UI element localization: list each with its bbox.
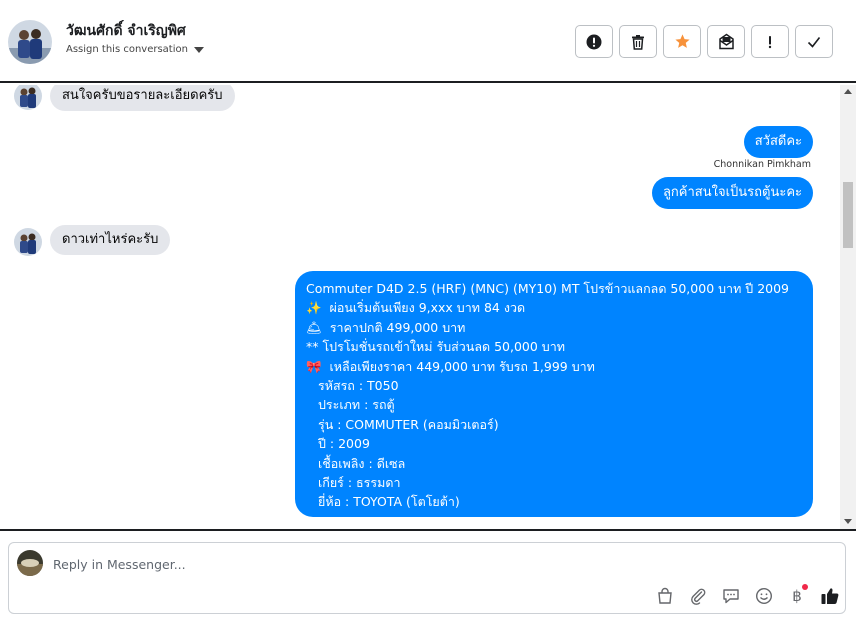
assign-conversation-dropdown[interactable]: Assign this conversation <box>66 44 204 55</box>
contact-name[interactable]: วัฒนศักดิ์ จำเริญพิศ <box>66 20 186 42</box>
composer-divider <box>0 529 856 531</box>
outgoing-message: ลูกค้าสนใจเป็นรถตู้นะคะ <box>651 177 813 209</box>
conversation-actions <box>575 25 833 58</box>
emoji-button[interactable] <box>753 585 775 607</box>
follow-up-button[interactable] <box>751 25 789 58</box>
page-avatar <box>17 550 43 576</box>
listing-normal-price: ราคาปกติ 499,000 บาท <box>329 319 466 335</box>
star-button[interactable] <box>663 25 701 58</box>
delete-button[interactable] <box>619 25 657 58</box>
sparkles-emoji-icon: ✨ <box>306 300 322 316</box>
contact-avatar-small <box>14 85 42 110</box>
bell-emoji-icon: 🛎 <box>306 319 322 335</box>
listing-gear: เกียร์ : ธรรมดา <box>318 475 401 491</box>
contact-avatar[interactable] <box>8 20 52 64</box>
listing-title: Commuter D4D 2.5 (HRF) (MNC) (MY10) MT โ… <box>306 281 790 296</box>
shopping-bag-icon <box>658 587 672 604</box>
outgoing-listing-message: Commuter D4D 2.5 (HRF) (MNC) (MY10) MT โ… <box>295 271 813 517</box>
caret-down-icon <box>193 46 204 53</box>
composer-toolbar: ฿ <box>654 584 841 607</box>
attach-button[interactable] <box>687 585 709 607</box>
spam-button[interactable] <box>575 25 613 58</box>
listing-year: ปี : 2009 <box>318 436 370 452</box>
message-thread[interactable]: สนใจครับขอรายละเอียดครับ สวัสดีคะ Chonni… <box>0 85 840 529</box>
shopping-bag-button[interactable] <box>654 585 676 607</box>
assign-label: Assign this conversation <box>66 44 188 55</box>
reply-composer: ฿ <box>8 542 846 614</box>
incoming-message: สนใจครับขอรายละเอียดครับ <box>50 85 235 111</box>
outgoing-message: สวัสดีคะ <box>743 126 813 158</box>
listing-promo: ** โปรโมชั่นรถเข้าใหม่ รับส่วนลด 50,000 … <box>306 339 565 355</box>
scroll-down-arrow-icon[interactable] <box>844 519 852 524</box>
star-icon <box>674 34 690 48</box>
saved-reply-icon <box>723 589 739 604</box>
like-icon <box>821 588 839 604</box>
exclamation-icon <box>768 35 772 48</box>
conversation-header: วัฒนศักดิ์ จำเริญพิศ Assign this convers… <box>0 0 856 83</box>
listing-installment: ผ่อนเริ่มต้นเพียง 9,xxx บาท 84 งวด <box>329 300 526 316</box>
payment-button[interactable]: ฿ <box>786 584 808 607</box>
listing-model: รุ่น : COMMUTER (คอมมิวเตอร์) <box>318 416 499 432</box>
exclamation-circle-icon <box>586 34 602 49</box>
reply-input[interactable] <box>53 553 653 575</box>
sender-name: Chonnikan Pimkham <box>713 159 811 170</box>
listing-type: ประเภท : รถตู้ <box>318 397 395 413</box>
envelope-icon <box>718 33 734 50</box>
incoming-message: ดาวเท่าไหร่คะรับ <box>50 225 171 255</box>
notification-dot <box>802 584 808 590</box>
scrollbar-thumb[interactable] <box>843 182 853 248</box>
emoji-icon <box>755 587 773 605</box>
done-button[interactable] <box>795 25 833 58</box>
paperclip-icon <box>691 588 706 605</box>
scroll-up-arrow-icon[interactable] <box>844 89 852 94</box>
thread-scrollbar[interactable] <box>840 85 856 529</box>
listing-special-price: เหลือเพียงราคา 449,000 บาท รับรถ 1,999 บ… <box>329 358 595 374</box>
ribbon-emoji-icon: 🎀 <box>306 358 322 374</box>
like-button[interactable] <box>819 585 841 607</box>
contact-avatar-small <box>14 228 42 256</box>
checkmark-icon <box>807 36 821 48</box>
baht-payment-icon: ฿ <box>792 587 802 605</box>
trash-icon <box>632 34 644 50</box>
saved-replies-button[interactable] <box>720 585 742 607</box>
listing-fuel: เชื้อเพลิง : ดีเซล <box>318 455 406 471</box>
listing-code: รหัสรถ : T050 <box>318 378 399 394</box>
listing-brand: ยี่ห้อ : TOYOTA (โตโยต้า) <box>318 494 460 510</box>
mark-unread-button[interactable] <box>707 25 745 58</box>
